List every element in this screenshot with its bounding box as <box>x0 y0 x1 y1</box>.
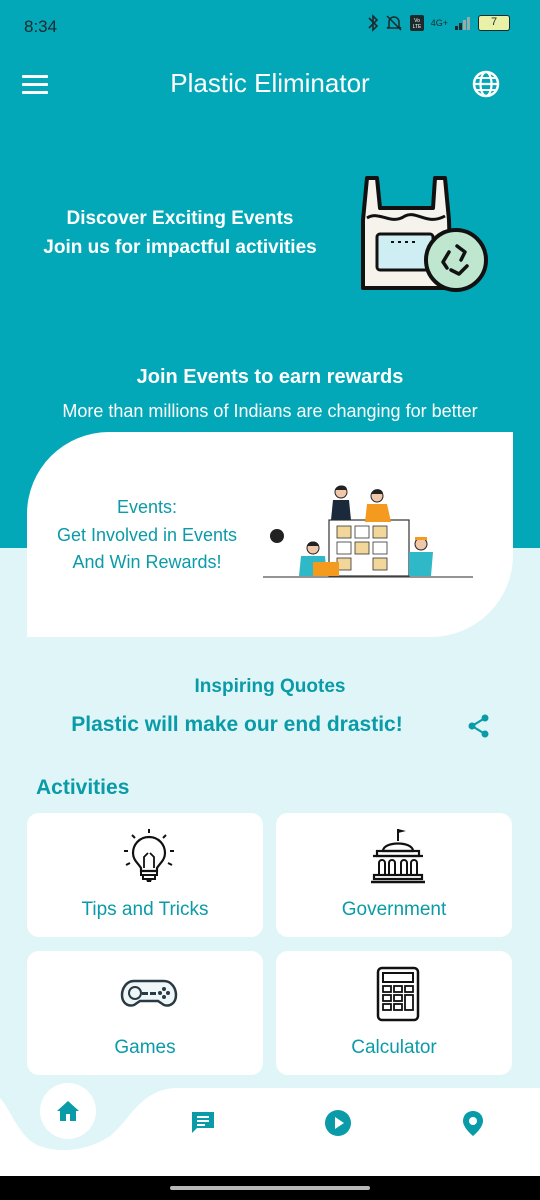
status-bar: 8:34 Vo LTE 4G+ 7 <box>0 0 540 54</box>
hero-text: Discover Exciting Events Join us for imp… <box>40 204 320 262</box>
government-building-icon <box>371 829 425 884</box>
nav-location-button[interactable] <box>453 1103 493 1143</box>
events-text: Events: Get Involved in Events And Win R… <box>47 494 247 577</box>
lightbulb-icon <box>124 829 174 882</box>
bluetooth-icon <box>368 14 378 32</box>
gamepad-icon <box>120 979 178 1007</box>
activity-tile-government[interactable]: Government <box>276 813 512 937</box>
hero-line-2: Join us for impactful activities <box>43 237 317 258</box>
network-type: 4G+ <box>430 18 448 28</box>
people-collaborating-illustration <box>263 485 473 578</box>
recycle-bag-icon <box>361 176 488 292</box>
events-line-3: And Win Rewards! <box>72 552 222 572</box>
svg-text:LTE: LTE <box>412 24 421 30</box>
activity-tile-games[interactable]: Games <box>27 951 263 1075</box>
activity-label-games: Games <box>114 1037 176 1058</box>
activity-label-tips: Tips and Tricks <box>81 899 209 920</box>
nav-home-button[interactable] <box>40 1083 96 1139</box>
status-time: 8:34 <box>24 17 58 36</box>
chat-icon <box>192 1112 214 1133</box>
share-button[interactable] <box>466 713 492 739</box>
events-line-1: Events: <box>116 497 178 517</box>
app-title: Plastic Eliminator <box>170 68 370 98</box>
activities-title: Activities <box>36 776 130 799</box>
share-icon <box>468 714 489 738</box>
battery-icon: 7 <box>478 15 510 31</box>
gesture-handle[interactable] <box>170 1186 370 1190</box>
signal-icon <box>455 17 470 30</box>
battery-level: 7 <box>490 16 498 28</box>
events-card[interactable]: Events: Get Involved in Events And Win R… <box>27 432 513 637</box>
mute-bell-icon <box>386 15 402 31</box>
language-button[interactable] <box>470 68 502 100</box>
events-line-2: Get Involved in Events <box>56 524 238 545</box>
quotes-title: Inspiring Quotes <box>194 676 346 697</box>
app-bar: Plastic Eliminator <box>0 54 540 116</box>
activity-label-government: Government <box>341 899 447 920</box>
calculator-icon <box>376 966 420 1022</box>
play-icon <box>325 1110 351 1136</box>
volte-icon: VoLTE <box>409 15 424 31</box>
join-subtitle: More than millions of Indians are changi… <box>62 401 478 421</box>
nav-play-button[interactable] <box>318 1103 358 1143</box>
quote-text: Plastic will make our end drastic! <box>71 713 403 736</box>
globe-icon <box>472 70 500 98</box>
status-icons: Vo LTE 4G+ 7 <box>367 14 510 32</box>
location-pin-icon <box>463 1111 483 1136</box>
join-title: Join Events to earn rewards <box>136 366 404 388</box>
gesture-bar <box>0 1176 540 1200</box>
activity-tile-tips[interactable]: Tips and Tricks <box>27 813 263 937</box>
hero-line-1: Discover Exciting Events <box>66 208 294 229</box>
nav-chat-button[interactable] <box>183 1103 223 1143</box>
home-icon <box>57 1101 79 1121</box>
activity-tile-calculator[interactable]: Calculator <box>276 951 512 1075</box>
activity-label-calculator: Calculator <box>351 1037 437 1058</box>
